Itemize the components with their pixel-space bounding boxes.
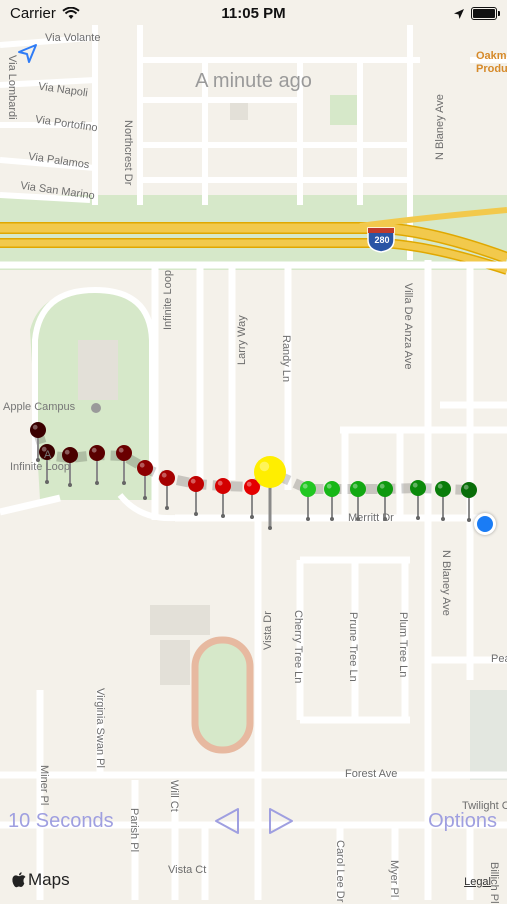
street-label: Northcrest Dr	[122, 120, 134, 186]
pin-head	[435, 481, 451, 497]
timestamp-label: A minute ago	[195, 70, 312, 92]
duration-button[interactable]: 10 Seconds	[8, 810, 114, 833]
pin-head	[410, 480, 426, 496]
track-field	[195, 640, 250, 750]
pin-head	[137, 460, 153, 476]
pin-highlight	[259, 461, 270, 472]
street-label: Villa De Anza Ave	[402, 283, 414, 370]
pin-head	[30, 422, 46, 438]
previous-arrow-icon[interactable]	[212, 806, 242, 836]
pin-foot	[194, 512, 198, 516]
pin-highlight	[161, 472, 167, 478]
pin-highlight	[32, 424, 38, 430]
apple-logo-icon	[12, 872, 26, 888]
infinite-loop-poi-label: Infinite Loop	[10, 461, 70, 473]
pin-highlight	[352, 483, 358, 489]
pin-foot	[441, 517, 445, 521]
pin-head	[350, 481, 366, 497]
street-label: Virginia Swan Pl	[94, 688, 106, 768]
street-label: Larry Way	[236, 315, 248, 365]
pin-head	[324, 481, 340, 497]
street-label: Parish Pl	[128, 808, 140, 853]
current-location-dot	[474, 513, 496, 535]
pin-foot	[165, 506, 169, 510]
poi-line-1: Oakm	[476, 50, 507, 62]
street-label: Miner Pl	[38, 765, 50, 806]
apple-campus-label: Apple Campus	[3, 401, 76, 413]
street-label: Carol Lee Dr	[334, 840, 346, 903]
legal-link[interactable]: Legal	[464, 876, 491, 888]
pin-highlight	[326, 483, 332, 489]
pin-foot	[221, 514, 225, 518]
pin-highlight	[379, 483, 385, 489]
tracking-mode-icon[interactable]	[16, 42, 40, 66]
maps-logo: Maps	[12, 870, 70, 890]
street-label: Prune Tree Ln	[347, 612, 359, 682]
pin-foot	[143, 496, 147, 500]
street-label: Randy Ln	[280, 335, 292, 383]
pin-foot	[467, 518, 471, 522]
street-label: Cherry Tree Ln	[292, 610, 304, 684]
pin-highlight	[64, 449, 70, 455]
street-label: N Blaney Ave	[434, 94, 446, 160]
status-time: 11:05 PM	[221, 5, 286, 22]
pin-highlight	[463, 484, 469, 490]
pin-head	[215, 478, 231, 494]
pin-foot	[416, 516, 420, 520]
pin-foot	[268, 526, 272, 530]
pin-foot	[45, 480, 49, 484]
pin-foot	[68, 483, 72, 487]
street-label: Peal	[491, 653, 507, 665]
pin-highlight	[437, 483, 443, 489]
highway-shield-number: 280	[374, 235, 390, 245]
pin-foot	[250, 515, 254, 519]
pin-highlight	[118, 447, 124, 453]
maps-logo-text: Maps	[28, 870, 70, 889]
street-label: Plum Tree Ln	[397, 612, 409, 678]
pin-head	[89, 445, 105, 461]
apple-campus-poi-icon	[91, 403, 101, 413]
map-canvas[interactable]	[0, 0, 507, 900]
street-label: Via Volante	[45, 32, 101, 44]
street-label: Myer Pl	[388, 860, 400, 898]
pin-head	[188, 476, 204, 492]
options-button[interactable]: Options	[428, 810, 497, 833]
battery-icon	[471, 7, 500, 20]
pin-head	[377, 481, 393, 497]
street-label: Vista Ct	[168, 864, 207, 876]
street-label: Will Ct	[168, 780, 180, 812]
street-label: N Blaney Ave	[440, 550, 452, 616]
next-arrow-icon[interactable]	[266, 806, 296, 836]
pin-head	[116, 445, 132, 461]
status-bar: Carrier 11:05 PM	[0, 0, 507, 27]
pin-highlight	[139, 462, 145, 468]
street-label: Vista Dr	[262, 611, 274, 650]
infinite-loop-poi-a: A	[44, 449, 52, 461]
pin-head	[254, 456, 286, 488]
pin-highlight	[302, 483, 308, 489]
pin-foot	[122, 481, 126, 485]
street-label: Merritt Dr	[348, 512, 394, 524]
pin-highlight	[246, 481, 252, 487]
pin-highlight	[217, 480, 223, 486]
pin-foot	[330, 517, 334, 521]
pin-foot	[306, 517, 310, 521]
pin-head	[159, 470, 175, 486]
pin-foot	[95, 481, 99, 485]
pin-highlight	[91, 447, 97, 453]
pin-highlight	[190, 478, 196, 484]
pin-head	[461, 482, 477, 498]
street-label: Forest Ave	[345, 768, 398, 780]
pin-highlight	[412, 482, 418, 488]
pin-head	[300, 481, 316, 497]
street-label: Infinite Loop	[162, 270, 174, 330]
